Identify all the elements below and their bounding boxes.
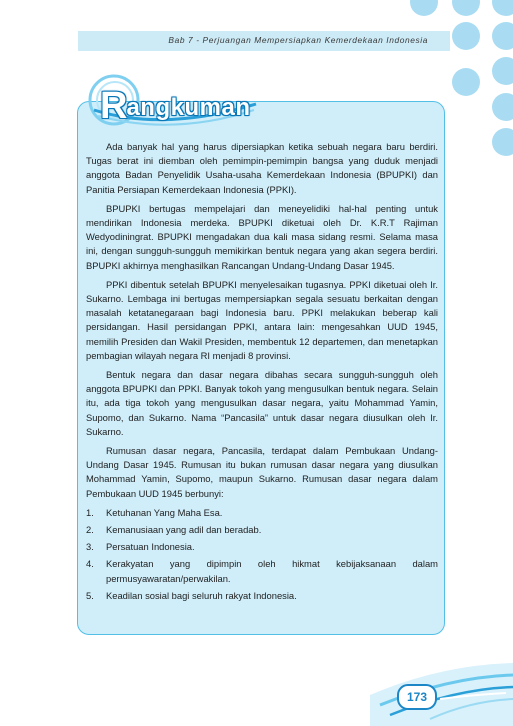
list-item-text: Ketuhanan Yang Maha Esa. (106, 506, 223, 518)
list-item-number: 3. (86, 541, 94, 553)
list-item: 1. Ketuhanan Yang Maha Esa. (86, 506, 438, 520)
decorative-dot (492, 93, 513, 121)
decorative-dot (492, 57, 513, 85)
decorative-dot (492, 128, 513, 156)
list-item-text: Keadilan sosial bagi seluruh rakyat Indo… (106, 589, 297, 601)
decorative-dot (410, 0, 438, 16)
decorative-dot (452, 68, 480, 96)
list-item: 2. Kemanusiaan yang adil dan beradab. (86, 523, 438, 537)
summary-paragraph: Bentuk negara dan dasar negara dibahas s… (86, 369, 438, 437)
chapter-header-bar: Bab 7 - Perjuangan Mempersiapkan Kemerde… (78, 31, 450, 51)
list-item-number: 1. (86, 506, 94, 518)
footer-swoosh-decoration (370, 663, 513, 726)
decorative-dot (452, 0, 480, 16)
summary-paragraph: Rumusan dasar negara, Pancasila, terdapa… (86, 445, 438, 499)
page-number: 173 (397, 684, 437, 710)
summary-content: Ada banyak hal yang harus dipersiapkan k… (86, 140, 438, 606)
list-item-number: 2. (86, 524, 94, 536)
list-item-number: 4. (86, 558, 94, 570)
list-item-text: Kerakyatan yang dipimpin oleh hikmat keb… (106, 558, 438, 584)
decorative-dot (492, 0, 513, 16)
decorative-dot (492, 22, 513, 50)
decorative-dot (452, 22, 480, 50)
list-item: 4. Kerakyatan yang dipimpin oleh hikmat k… (86, 557, 438, 585)
summary-paragraph: BPUPKI bertugas mempelajari dan meneyeli… (86, 202, 438, 271)
pancasila-list: 1. Ketuhanan Yang Maha Esa. 2. Kemanusiaan… (86, 506, 438, 603)
summary-paragraph: Ada banyak hal yang harus dipersiapkan k… (86, 141, 438, 195)
list-item-text: Kemanusiaan yang adil dan beradab. (106, 524, 262, 536)
chapter-title: Bab 7 - Perjuangan Mempersiapkan Kemerde… (168, 35, 428, 45)
section-title: Rangkuman (100, 74, 250, 126)
section-title-initial: R (100, 85, 128, 127)
summary-paragraph: PPKI dibentuk setelah BPUPKI menyelesaik… (86, 278, 438, 361)
list-item: 3. Persatuan Indonesia. (86, 540, 438, 554)
list-item: 5. Keadilan sosial bagi seluruh rakyat In… (86, 589, 438, 603)
list-item-text: Persatuan Indonesia. (106, 541, 195, 553)
section-title-rest: angkuman (126, 94, 251, 121)
list-item-number: 5. (86, 589, 94, 601)
